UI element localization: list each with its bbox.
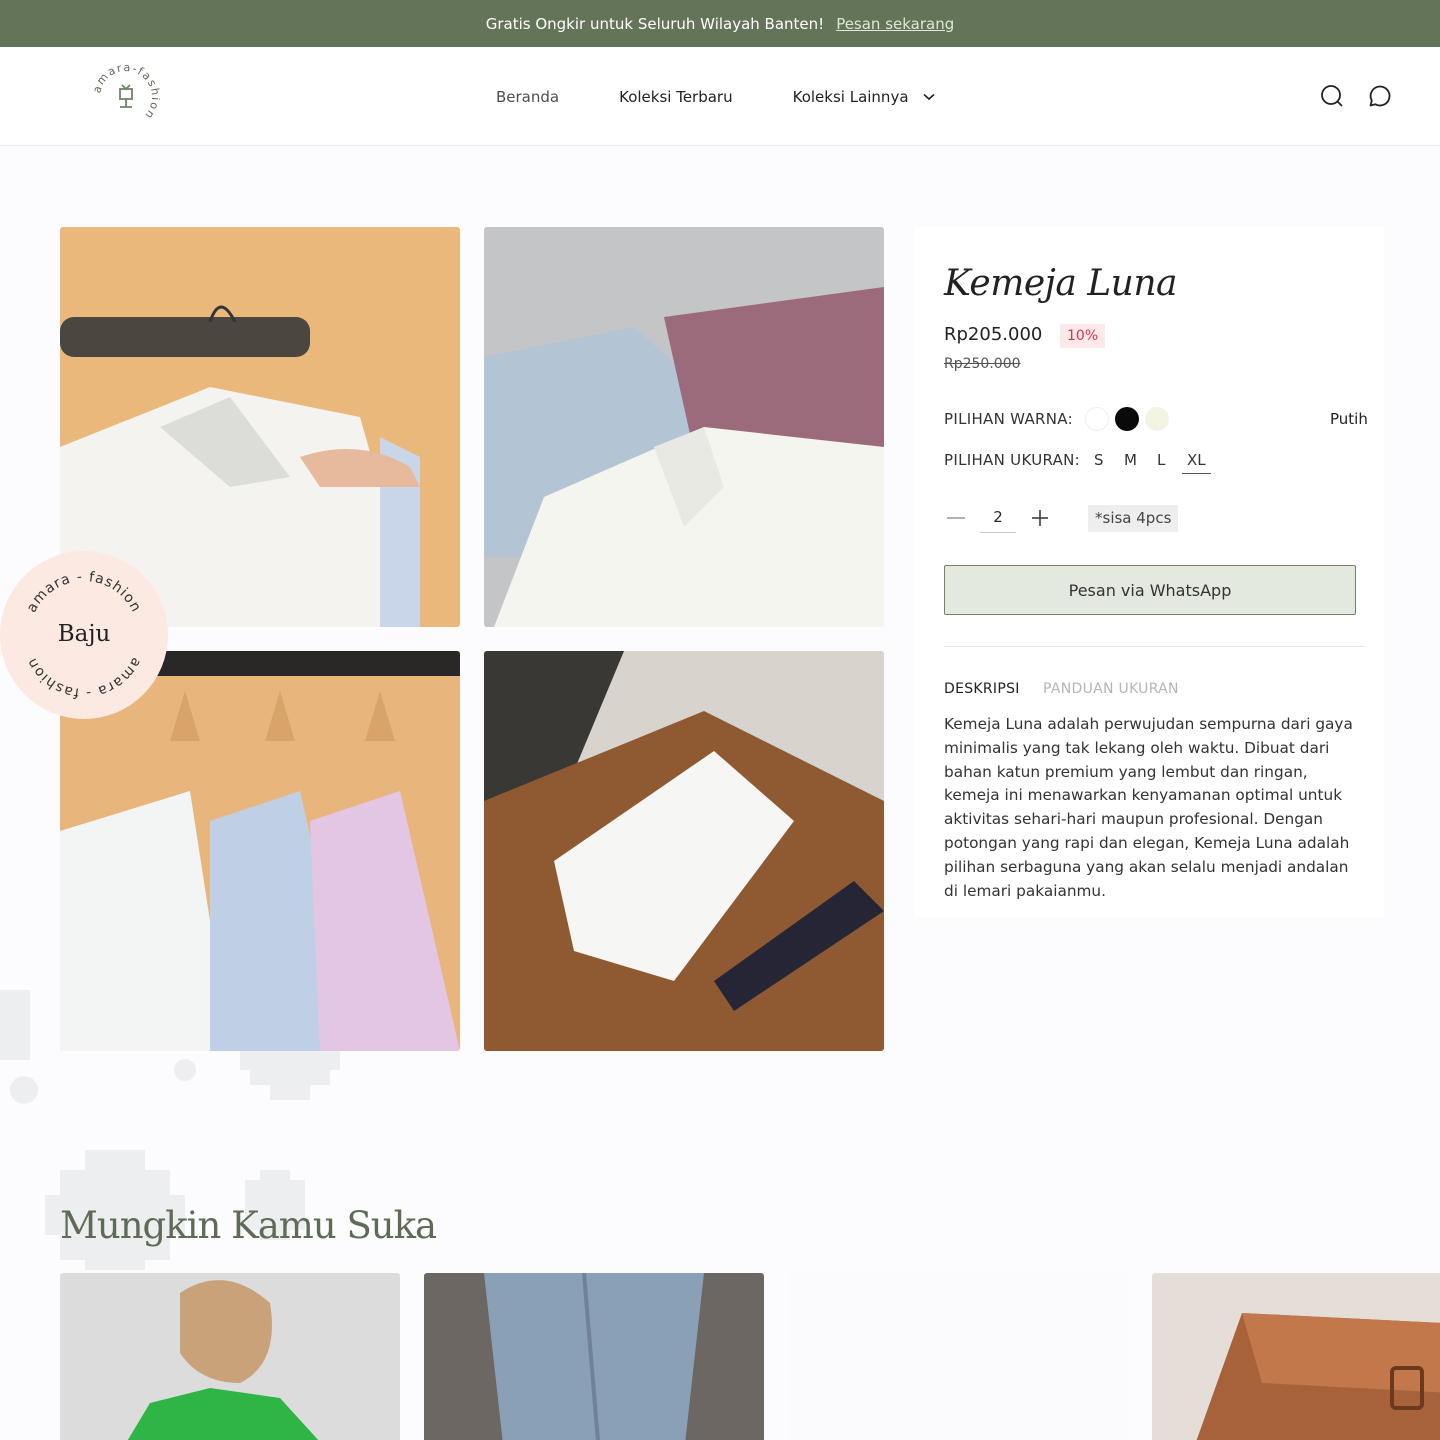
svg-text:amara - fashion: amara - fashion: [24, 655, 145, 701]
brand-logo[interactable]: amara-fashion: [90, 61, 160, 131]
svg-text:amara-fashion: amara-fashion: [92, 63, 160, 122]
product-description: Kemeja Luna adalah perwujudan sempurna d…: [944, 715, 1353, 900]
minus-icon: [947, 517, 965, 519]
nav-koleksi-terbaru[interactable]: Koleksi Terbaru: [619, 88, 733, 106]
color-swatch-black[interactable]: [1115, 407, 1139, 431]
recommend-card-leather-bag[interactable]: [1152, 1273, 1440, 1440]
size-option-xl[interactable]: XL: [1182, 451, 1211, 474]
brand-name: amara-fashion: [90, 61, 160, 122]
chat-icon[interactable]: [1368, 84, 1392, 108]
color-swatch-white[interactable]: [1085, 407, 1109, 431]
nav-label: Beranda: [496, 87, 560, 106]
recommend-card-jeans[interactable]: [424, 1273, 764, 1440]
selected-color-name: Putih: [1330, 410, 1368, 428]
quantity-increase-button[interactable]: [1029, 506, 1051, 530]
order-now-link[interactable]: Pesan sekarang: [836, 15, 954, 33]
discount-badge: 10%: [1060, 324, 1106, 348]
announcement-bar: Gratis Ongkir untuk Seluruh Wilayah Bant…: [0, 0, 1440, 47]
nav-beranda[interactable]: Beranda: [496, 88, 559, 106]
product-title: Kemeja Luna: [944, 263, 1177, 304]
product-image: [788, 1273, 1128, 1440]
size-option-l[interactable]: L: [1157, 451, 1165, 469]
product-image: [424, 1273, 764, 1440]
order-whatsapp-button[interactable]: Pesan via WhatsApp: [944, 565, 1356, 615]
product-photo-folded-shirts[interactable]: [484, 227, 884, 627]
recommend-card-blank[interactable]: [788, 1273, 1128, 1440]
size-option-m[interactable]: M: [1124, 451, 1137, 469]
chevron-down-icon: [922, 93, 935, 100]
plus-icon: [1032, 510, 1048, 526]
nav-label: Koleksi Lainnya: [792, 87, 909, 106]
quantity-decrease-button[interactable]: [945, 506, 967, 530]
color-label: PILIHAN WARNA:: [944, 410, 1073, 428]
product-image: [60, 1273, 400, 1440]
product-price: Rp205.000: [944, 324, 1043, 345]
product-image: [1152, 1273, 1440, 1440]
nav-label: Koleksi Terbaru: [619, 87, 733, 106]
size-option-s[interactable]: S: [1094, 451, 1104, 469]
badge-title: Baju: [57, 621, 111, 647]
site-header: amara-fashion Beranda Koleksi Terbaru Ko…: [0, 47, 1440, 146]
svg-text:amara - fashion: amara - fashion: [24, 569, 145, 615]
announcement-text: Gratis Ongkir untuk Seluruh Wilayah Bant…: [485, 14, 825, 33]
main-nav: Beranda Koleksi Terbaru Koleksi Lainnya: [496, 47, 935, 146]
product-photo-folded-on-table[interactable]: [484, 651, 884, 1051]
quantity-input[interactable]: 2: [980, 508, 1016, 533]
stock-remaining: *sisa 4pcs: [1088, 505, 1179, 532]
tab-panduan-ukuran[interactable]: PANDUAN UKURAN: [1043, 681, 1179, 697]
old-price: Rp250.000: [944, 356, 1021, 372]
nav-koleksi-lainnya[interactable]: Koleksi Lainnya: [793, 88, 935, 106]
recommend-title: Mungkin Kamu Suka: [60, 1204, 437, 1247]
color-swatch-cream[interactable]: [1145, 407, 1169, 431]
tab-deskripsi[interactable]: DESKRIPSI: [944, 681, 1020, 697]
size-label: PILIHAN UKURAN:: [944, 451, 1081, 469]
search-icon[interactable]: [1320, 84, 1344, 108]
category-badge: amara - fashion amara - fashion Baju: [0, 551, 168, 719]
divider: [944, 646, 1365, 647]
recommend-card-green-top[interactable]: [60, 1273, 400, 1440]
